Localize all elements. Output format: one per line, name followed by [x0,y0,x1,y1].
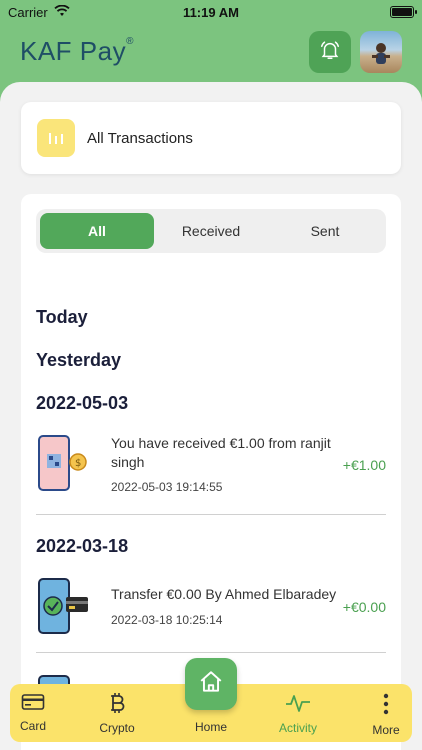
transaction-description: You have received €1.00 from ranjit sing… [111,435,331,470]
credit-card-icon [21,692,45,715]
all-transactions-card[interactable]: All Transactions [21,102,401,174]
section-today: Today [36,307,88,327]
nav-crypto-label: Crypto [99,721,135,735]
section-date-2: 2022-03-18 [36,536,129,556]
section-yesterday: Yesterday [36,350,122,370]
bitcoin-icon [107,692,127,717]
activity-pulse-icon [285,692,311,717]
nav-card-label: Card [19,719,46,733]
divider [36,514,386,515]
transaction-item[interactable]: $ You have received €1.00 from ranjit si… [36,434,386,498]
nav-home-label: Home [194,720,227,734]
avatar[interactable] [360,31,402,73]
carrier-label: Carrier [8,4,48,20]
transaction-description: Transfer €0.00 By Ahmed Elbaradey [111,586,337,602]
nav-card[interactable]: Card [3,692,63,733]
tab-received[interactable]: Received [154,213,268,249]
nav-more-label: More [372,723,400,737]
card-payment-icon [36,577,92,640]
status-bar: Carrier 11:19 AM [0,0,422,24]
tab-sent[interactable]: Sent [268,213,382,249]
transaction-datetime: 2022-03-18 10:25:14 [111,613,223,627]
transaction-amount: +€0.00 [342,599,386,615]
divider [36,652,386,653]
section-date-1: 2022-05-03 [36,393,129,413]
qr-payment-icon: $ [36,434,88,497]
all-transactions-label: All Transactions [87,129,193,147]
filter-tabs: All Received Sent [36,209,386,253]
registered-mark: ® [126,36,134,47]
chart-bars-icon [37,119,75,157]
nav-more[interactable]: More [356,692,416,737]
app-logo: KAF Pay® [20,36,134,67]
battery-icon [390,6,417,18]
svg-text:$: $ [75,458,81,469]
nav-activity[interactable]: Activity [268,692,328,735]
transaction-item[interactable]: Transfer €0.00 By Ahmed Elbaradey 2022-0… [36,577,386,641]
bell-icon [319,39,341,66]
notifications-button[interactable] [309,31,351,73]
clock: 11:19 AM [183,4,239,20]
nav-crypto[interactable]: Crypto [87,692,147,735]
wifi-icon [54,4,70,20]
home-icon [198,669,224,700]
transaction-datetime: 2022-05-03 19:14:55 [111,480,223,494]
nav-activity-label: Activity [278,721,317,735]
logo-text: KAF Pay [20,36,127,66]
transaction-amount: +€1.00 [342,457,386,473]
app-header: KAF Pay® [0,24,422,82]
tab-all[interactable]: All [40,213,154,249]
more-vertical-icon [381,692,391,719]
home-button[interactable] [185,658,237,710]
